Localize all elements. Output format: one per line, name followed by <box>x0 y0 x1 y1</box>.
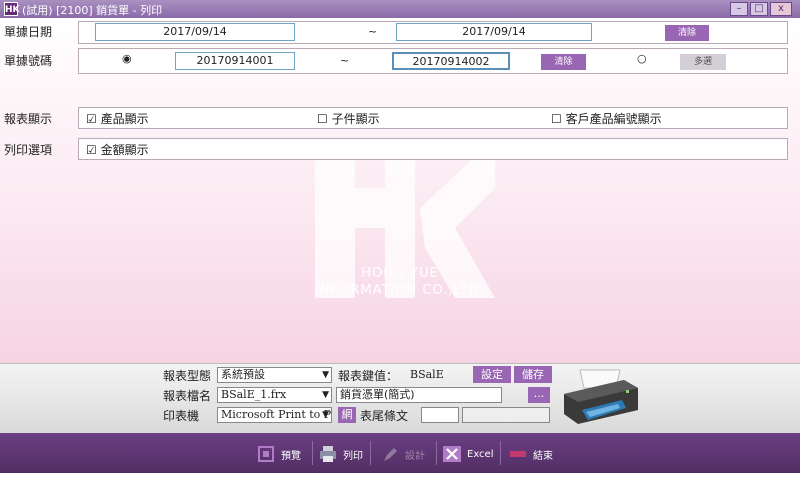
preview-icon <box>258 446 274 462</box>
checkbox-checked-icon: ☑ <box>86 143 97 157</box>
amount-display-checkbox[interactable]: ☑ 金額顯示 <box>86 141 149 158</box>
excel-button[interactable]: Excel <box>442 443 494 465</box>
report-file-value: BSalE_1.frx <box>221 388 287 401</box>
close-button[interactable]: x <box>770 2 792 16</box>
number-label: 單據號碼 <box>4 54 53 68</box>
toolbar-divider <box>500 441 501 465</box>
amount-display-label: 金額顯示 <box>100 143 149 157</box>
print-icon <box>320 446 336 462</box>
main-form: HONG YUE INFORMATION CO.,LTD. 單據日期 2017/… <box>0 18 800 363</box>
bottom-toolbar: 預覽 列印 設計 Excel 結束 <box>0 433 800 473</box>
date-separator: ~ <box>368 25 378 38</box>
toolbar-divider <box>312 441 313 465</box>
range-radio[interactable]: ◉ <box>122 52 132 65</box>
chevron-down-icon: ▼ <box>322 410 329 420</box>
print-settings: 報表型態 系統預設 ▼ 報表鍵值： BSalE 設定 儲存 報表檔名 BSalE_… <box>0 363 800 433</box>
preview-button[interactable]: 預覽 <box>256 443 301 465</box>
exit-button[interactable]: 結束 <box>508 443 553 465</box>
checkbox-unchecked-icon: ☐ <box>317 112 328 126</box>
watermark-line-2: INFORMATION CO.,LTD. <box>315 283 485 298</box>
app-logo: HK <box>4 2 20 16</box>
window-controls: – □ x <box>730 2 792 16</box>
number-clear-button[interactable]: 清除 <box>541 54 586 70</box>
multi-radio[interactable]: ○ <box>637 52 647 65</box>
design-icon <box>384 448 397 461</box>
watermark-line-1: HONG YUE <box>361 266 439 281</box>
exit-icon <box>510 451 526 457</box>
print-label: 列印 <box>343 450 363 462</box>
printer-icon <box>564 369 638 424</box>
preview-label: 預覽 <box>281 450 301 462</box>
customer-code-display-checkbox[interactable]: ☐ 客戶產品編號顯示 <box>551 110 662 127</box>
number-from-field[interactable]: 20170914001 <box>175 52 295 70</box>
date-clear-button[interactable]: 清除 <box>665 25 709 41</box>
excel-label: Excel <box>467 448 494 460</box>
maximize-button[interactable]: □ <box>750 2 768 16</box>
minimize-button[interactable]: – <box>730 2 748 16</box>
component-display-label: 子件顯示 <box>331 112 380 126</box>
product-display-label: 產品顯示 <box>100 112 149 126</box>
print-options-panel <box>78 138 788 160</box>
setup-button[interactable]: 設定 <box>473 366 511 383</box>
customer-code-display-label: 客戶產品編號顯示 <box>565 112 662 126</box>
window-title: (試用) [2100] 銷貨單 - 列印 <box>22 4 163 17</box>
report-type-label: 報表型態 <box>163 369 212 383</box>
report-key-value: BSalE <box>410 368 444 381</box>
report-key-label: 報表鍵值： <box>338 369 399 383</box>
browse-button[interactable]: ... <box>528 387 550 403</box>
footer-text-field[interactable] <box>421 407 459 423</box>
toolbar-divider <box>370 441 371 465</box>
number-to-field[interactable]: 20170914002 <box>392 52 510 70</box>
save-button[interactable]: 儲存 <box>514 366 552 383</box>
toolbar-divider <box>436 441 437 465</box>
print-options-label: 列印選項 <box>4 143 53 157</box>
report-file-select[interactable]: BSalE_1.frx ▼ <box>217 387 332 403</box>
printer-value: Microsoft Print to PI <box>221 408 332 421</box>
design-label: 設計 <box>405 450 425 462</box>
chevron-down-icon: ▼ <box>322 390 329 400</box>
report-name-field[interactable]: 銷貨憑單(簡式) <box>336 387 502 403</box>
chevron-down-icon: ▼ <box>322 370 329 380</box>
display-panel <box>78 107 788 129</box>
product-display-checkbox[interactable]: ☑ 產品顯示 <box>86 110 149 127</box>
date-label: 單據日期 <box>4 25 53 39</box>
checkbox-unchecked-icon: ☐ <box>551 112 562 126</box>
footer-text-label: 表尾條文 <box>360 409 409 423</box>
display-label: 報表顯示 <box>4 112 53 126</box>
window-bottom-edge <box>0 473 800 489</box>
multi-select-button[interactable]: 多選 <box>680 54 726 70</box>
footer-text-extra-field[interactable] <box>462 407 550 423</box>
report-type-value: 系統預設 <box>221 368 265 381</box>
date-from-field[interactable]: 2017/09/14 <box>95 23 295 41</box>
printer-select[interactable]: Microsoft Print to PI ▼ <box>217 407 332 423</box>
printer-label: 印表機 <box>163 409 200 423</box>
network-printer-button[interactable]: 網 <box>338 407 356 423</box>
excel-icon <box>443 446 461 462</box>
exit-label: 結束 <box>533 450 553 462</box>
design-button[interactable]: 設計 <box>380 443 425 465</box>
component-display-checkbox[interactable]: ☐ 子件顯示 <box>317 110 380 127</box>
report-type-select[interactable]: 系統預設 ▼ <box>217 367 332 383</box>
print-button[interactable]: 列印 <box>318 443 363 465</box>
checkbox-checked-icon: ☑ <box>86 112 97 126</box>
date-to-field[interactable]: 2017/09/14 <box>396 23 592 41</box>
report-file-label: 報表檔名 <box>163 389 212 403</box>
number-separator: ~ <box>340 54 350 67</box>
title-bar: HK (試用) [2100] 銷貨單 - 列印 – □ x <box>0 0 800 18</box>
